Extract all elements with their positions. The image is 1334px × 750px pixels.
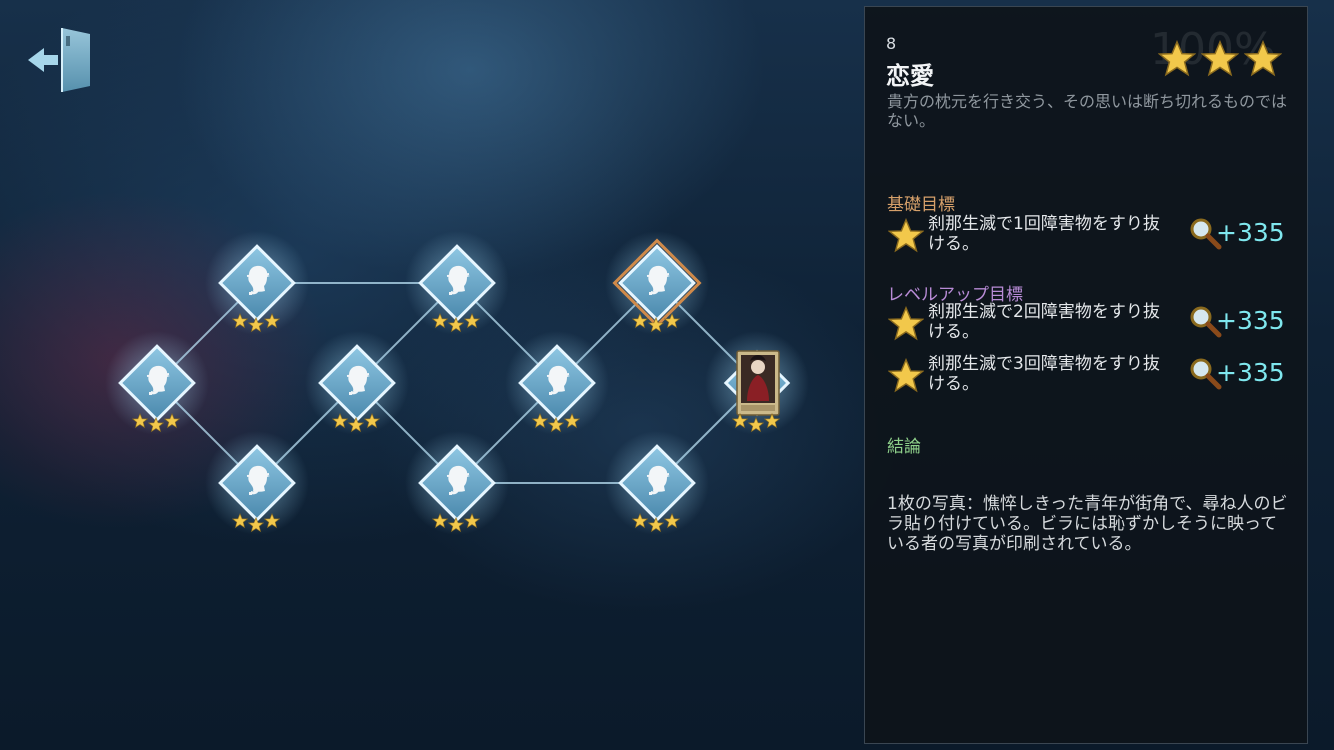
goal-text: 刹那生滅で2回障害物をすり抜ける。 xyxy=(928,302,1160,342)
star-icon xyxy=(888,359,924,392)
star-icon xyxy=(1244,41,1282,76)
star-icon xyxy=(1158,41,1196,76)
goal-text: 刹那生滅で1回障害物をすり抜ける。 xyxy=(928,214,1160,254)
level-number: 8 xyxy=(886,34,897,53)
level-node-9[interactable] xyxy=(605,431,709,535)
level-node-3[interactable] xyxy=(205,431,309,535)
conclusion-heading: 結論 xyxy=(887,437,921,457)
level-node-4[interactable] xyxy=(305,331,409,435)
character-card xyxy=(736,350,780,416)
star-icon xyxy=(1201,41,1239,76)
level-title: 恋愛 xyxy=(886,62,934,90)
level-description: 貴方の枕元を行き交う、その思いは断ち切れるものではない。 xyxy=(887,92,1288,130)
star-icon xyxy=(888,219,924,252)
level-node-5[interactable] xyxy=(405,231,509,335)
level-node-1[interactable] xyxy=(105,331,209,435)
goal-reward: +335 xyxy=(1216,306,1285,335)
level-node-6[interactable] xyxy=(405,431,509,535)
goal-reward: +335 xyxy=(1216,218,1285,247)
level-node-2[interactable] xyxy=(205,231,309,335)
level-node-7[interactable] xyxy=(505,331,609,435)
basic-goal-item: 刹那生滅で1回障害物をすり抜ける。 +335 xyxy=(888,214,1288,260)
levelup-goal-item: 刹那生滅で3回障害物をすり抜ける。 +335 xyxy=(888,354,1288,400)
level-node-8-selected[interactable] xyxy=(605,231,709,335)
star-icon xyxy=(888,307,924,340)
goal-text: 刹那生滅で3回障害物をすり抜ける。 xyxy=(928,354,1160,394)
level-node-10[interactable] xyxy=(705,331,809,435)
levelup-goal-item: 刹那生滅で2回障害物をすり抜ける。 +335 xyxy=(888,302,1288,348)
goal-reward: +335 xyxy=(1216,358,1285,387)
level-map xyxy=(105,231,809,535)
level-rating-stars xyxy=(1158,41,1282,76)
basic-goal-heading: 基礎目標 xyxy=(887,195,955,215)
conclusion-text: 1枚の写真：憔悴しきった青年が街角で、尋ね人のビラ貼り付けている。ビラには恥ずか… xyxy=(887,494,1288,554)
